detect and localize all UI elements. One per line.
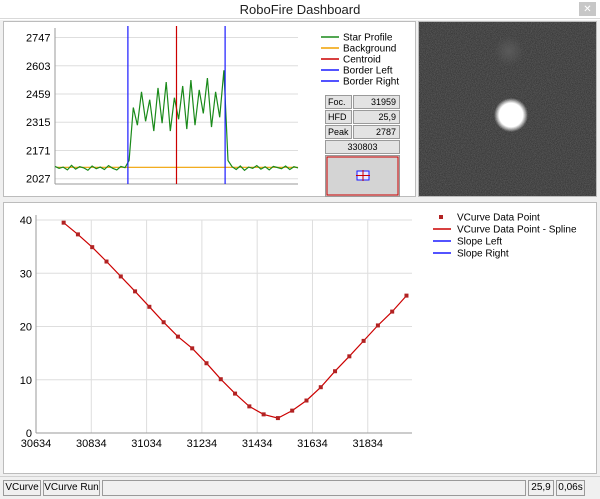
vcurve-chart: 40302010030634 30834 31034 31234 31434 31634 3… (20, 213, 577, 451)
star-profile-panel: 2747 2603 2459 2315 2171 2027 Star Profile Bac… (3, 21, 416, 197)
vcurve-data-point (275, 416, 280, 421)
vcurve-x-tick: 31834 (352, 438, 383, 450)
profile-legend-label: Border Left (343, 66, 393, 77)
vcurve-data-point (390, 309, 395, 314)
vcurve-data-point (304, 398, 309, 403)
vcurve-data-point (347, 354, 352, 359)
profile-y-tick: 2171 (26, 145, 50, 157)
vcurve-data-point (90, 245, 95, 250)
vcurve-data-point (318, 385, 323, 390)
bright-star (494, 98, 528, 132)
vcurve-x-tick: 31634 (297, 438, 328, 450)
vcurve-y-tick: 10 (20, 375, 32, 387)
status-bar: VCurve VCurve Run 25,9 0,06s (0, 476, 600, 499)
vcurve-data-point (75, 232, 80, 237)
vcurve-x-tick: 30834 (76, 438, 107, 450)
vcurve-data-point (361, 338, 366, 343)
status-message-panel (102, 480, 526, 496)
vcurve-legend-label: VCurve Data Point (457, 213, 540, 224)
info-value-peak: 2787 (353, 125, 400, 139)
window-title: RoboFire Dashboard (239, 2, 361, 17)
vcurve-data-point (261, 412, 266, 417)
info-label-peak: Peak (325, 125, 352, 139)
profile-legend-label: Background (343, 44, 396, 55)
info-row-hfd: HFD 25,9 (325, 110, 400, 124)
info-value-hfd: 25,9 (353, 110, 400, 124)
vcurve-button[interactable]: VCurve (3, 480, 41, 496)
title-bar: RoboFire Dashboard ✕ (0, 0, 600, 19)
vcurve-data-point (404, 293, 409, 298)
info-value-focus: 31959 (353, 95, 400, 109)
info-row-focus: Foc. 31959 (325, 95, 400, 109)
close-button[interactable]: ✕ (579, 2, 596, 16)
star-image-svg (419, 22, 596, 196)
status-time: 0,06s (556, 480, 585, 496)
profile-legend-label: Border Right (343, 77, 399, 88)
vcurve-data-point (147, 304, 152, 309)
profile-y-tick: 2603 (26, 61, 50, 73)
vcurve-panel: 40 30 20 10 0 30634 30834 31034 31234 31434 31634 3… (3, 202, 597, 474)
vcurve-run-button[interactable]: VCurve Run (43, 480, 100, 496)
vcurve-data-point (218, 377, 223, 382)
vcurve-data-point (290, 408, 295, 413)
vcurve-y-tick: 30 (20, 268, 32, 280)
vcurve-data-point (375, 323, 380, 328)
vcurve-y-tick: 20 (20, 322, 32, 334)
dashboard-client: 2747 2603 2459 2315 2171 2027 Star Profile Bac… (0, 20, 600, 476)
vcurve-spline-line (63, 222, 407, 419)
vcurve-data-point (190, 346, 195, 351)
info-label-focus: Foc. (325, 95, 352, 109)
info-total-flux: 330803 (325, 140, 400, 154)
profile-legend-label: Centroid (343, 55, 381, 66)
vcurve-x-tick: 31234 (187, 438, 218, 450)
profile-y-tick: 2747 (26, 33, 50, 45)
vcurve-data-point (175, 334, 180, 339)
vcurve-data-point (233, 391, 238, 396)
profile-y-tick: 2027 (26, 174, 50, 186)
profile-y-tick: 2459 (26, 89, 50, 101)
info-row-peak: Peak 2787 (325, 125, 400, 139)
vcurve-legend-label: VCurve Data Point - Spline (457, 225, 577, 236)
vcurve-data-point (118, 274, 123, 279)
vcurve-data-point (333, 369, 338, 374)
focus-info-box: Foc. 31959 HFD 25,9 Peak 2787 330803 (325, 95, 400, 197)
star-thumbnail-preview (325, 155, 400, 197)
vcurve-data-point (204, 361, 209, 366)
status-hfd: 25,9 (528, 480, 554, 496)
info-label-hfd: HFD (325, 110, 352, 124)
thumbnail-svg (326, 156, 399, 196)
vcurve-data-point (104, 259, 109, 264)
vcurve-data-point (247, 404, 252, 409)
faint-star (494, 36, 524, 66)
vcurve-data-point (133, 289, 138, 294)
vcurve-legend-label: Slope Right (457, 249, 509, 260)
vcurve-x-tick: 31034 (131, 438, 162, 450)
profile-legend-label: Star Profile (343, 33, 393, 44)
profile-y-tick: 2315 (26, 117, 50, 129)
vcurve-legend-label: Slope Left (457, 237, 502, 248)
vcurve-data-point (61, 220, 66, 225)
vcurve-y-tick: 40 (20, 215, 32, 227)
vcurve-x-tick: 31434 (242, 438, 273, 450)
star-image-view[interactable] (418, 21, 597, 197)
vcurve-data-point (161, 320, 166, 325)
close-icon: ✕ (583, 3, 592, 15)
vcurve-legend-swatch (439, 215, 443, 219)
vcurve-x-tick: 30634 (21, 438, 52, 450)
